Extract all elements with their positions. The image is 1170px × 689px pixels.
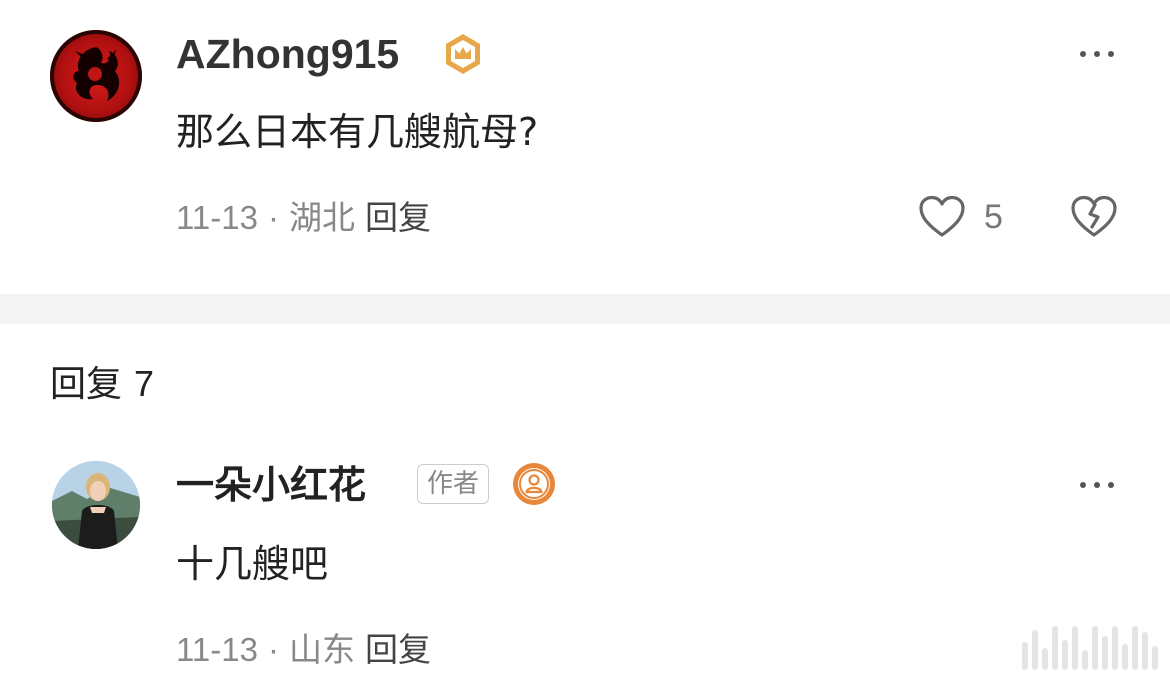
dot-icon [1080, 51, 1086, 57]
comment-date: 11-13 [176, 631, 258, 668]
more-options-button[interactable] [1080, 48, 1114, 60]
comment-location: 山东 [288, 631, 355, 668]
comment-text: 那么日本有几艘航母? [176, 110, 539, 154]
watermark [1022, 626, 1158, 670]
main-comment: AZhong915 那么日本有几艘航母? 11-13 · 湖北 回复 5 [0, 0, 1170, 294]
dislike-button[interactable] [1070, 195, 1118, 243]
person-badge-icon [513, 463, 555, 505]
dot-icon [1094, 51, 1100, 57]
author-tag: 作者 [417, 464, 490, 504]
section-divider [0, 294, 1170, 324]
replies-header: 回复 7 [50, 362, 154, 407]
username[interactable]: 一朵小红花 [176, 460, 366, 510]
avatar[interactable] [50, 30, 142, 122]
like-count: 5 [984, 197, 1003, 236]
reply-button[interactable]: 回复 [365, 631, 431, 668]
meta-separator: · [267, 199, 279, 236]
comment-location: 湖北 [288, 199, 355, 236]
dot-icon [1094, 482, 1100, 488]
dot-icon [1108, 51, 1114, 57]
comment-text: 十几艘吧 [176, 542, 329, 586]
replies-count: 7 [134, 363, 155, 404]
dot-icon [1108, 482, 1114, 488]
more-options-button[interactable] [1080, 479, 1114, 491]
comment-meta: 11-13 · 山东 回复 [176, 630, 431, 670]
crown-badge-icon [446, 34, 480, 74]
dragon-emblem-icon [73, 47, 120, 101]
comment-date: 11-13 [176, 199, 258, 236]
heart-icon [919, 195, 965, 237]
comment-meta: 11-13 · 湖北 回复 [176, 198, 431, 238]
dot-icon [1080, 482, 1086, 488]
avatar[interactable] [52, 461, 140, 549]
username[interactable]: AZhong915 [176, 28, 399, 80]
broken-heart-icon [1071, 195, 1117, 237]
meta-separator: · [267, 631, 279, 668]
reply-button[interactable]: 回复 [365, 199, 431, 236]
avatar-image [52, 461, 140, 549]
like-button[interactable]: 5 [918, 195, 1003, 239]
replies-title: 回复 [50, 364, 123, 405]
